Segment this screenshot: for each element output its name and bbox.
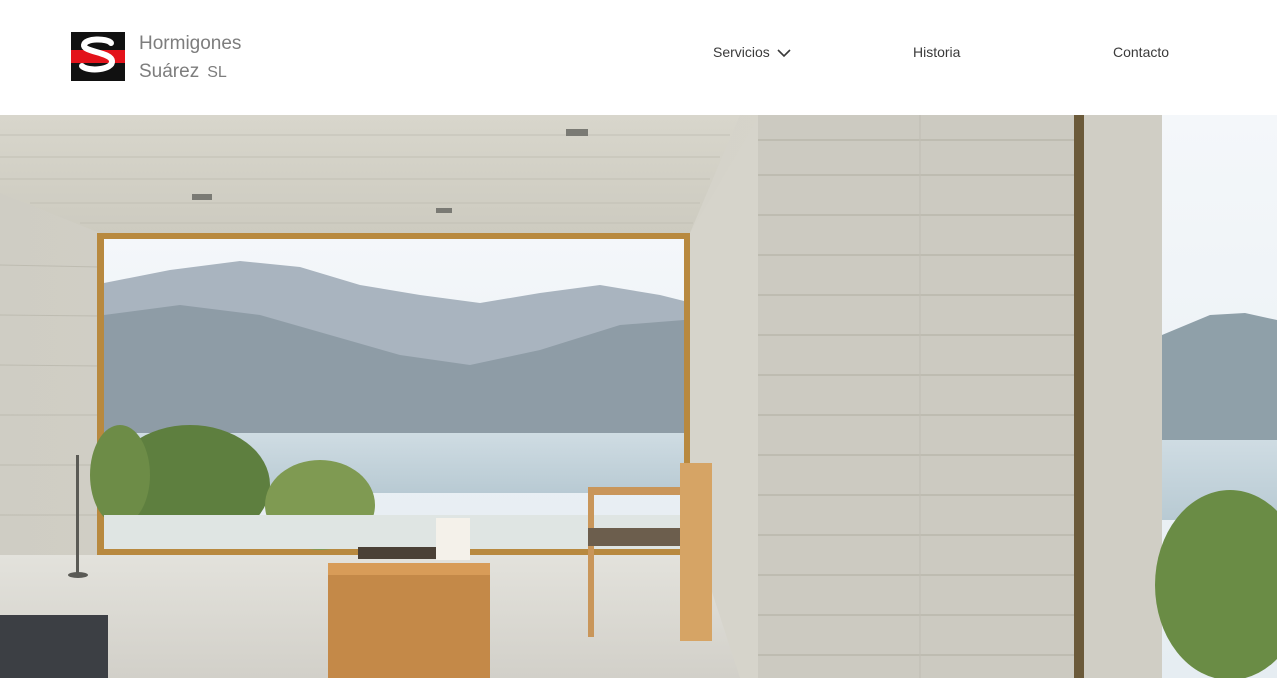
company-logo-icon[interactable]: [71, 32, 125, 81]
nav-item-label: Historia: [913, 44, 961, 60]
hero-photo: [0, 115, 1277, 678]
hero-image: [0, 115, 1277, 678]
site-header: Hormigones Suárez SL Servicios Historia C…: [0, 0, 1277, 115]
nav-item-historia[interactable]: Historia: [913, 44, 960, 60]
nav-item-servicios[interactable]: Servicios: [713, 44, 791, 60]
brand-name-line2: Suárez: [139, 61, 200, 82]
brand-name[interactable]: Hormigones Suárez SL: [139, 30, 241, 87]
nav-item-label: Contacto: [1113, 44, 1170, 60]
brand-name-line1: Hormigones: [139, 33, 242, 54]
nav-item-contacto[interactable]: Contacto: [1113, 44, 1169, 60]
chevron-down-icon: [777, 49, 791, 58]
nav-item-label: Servicios: [713, 44, 770, 60]
brand-suffix: SL: [207, 64, 227, 81]
